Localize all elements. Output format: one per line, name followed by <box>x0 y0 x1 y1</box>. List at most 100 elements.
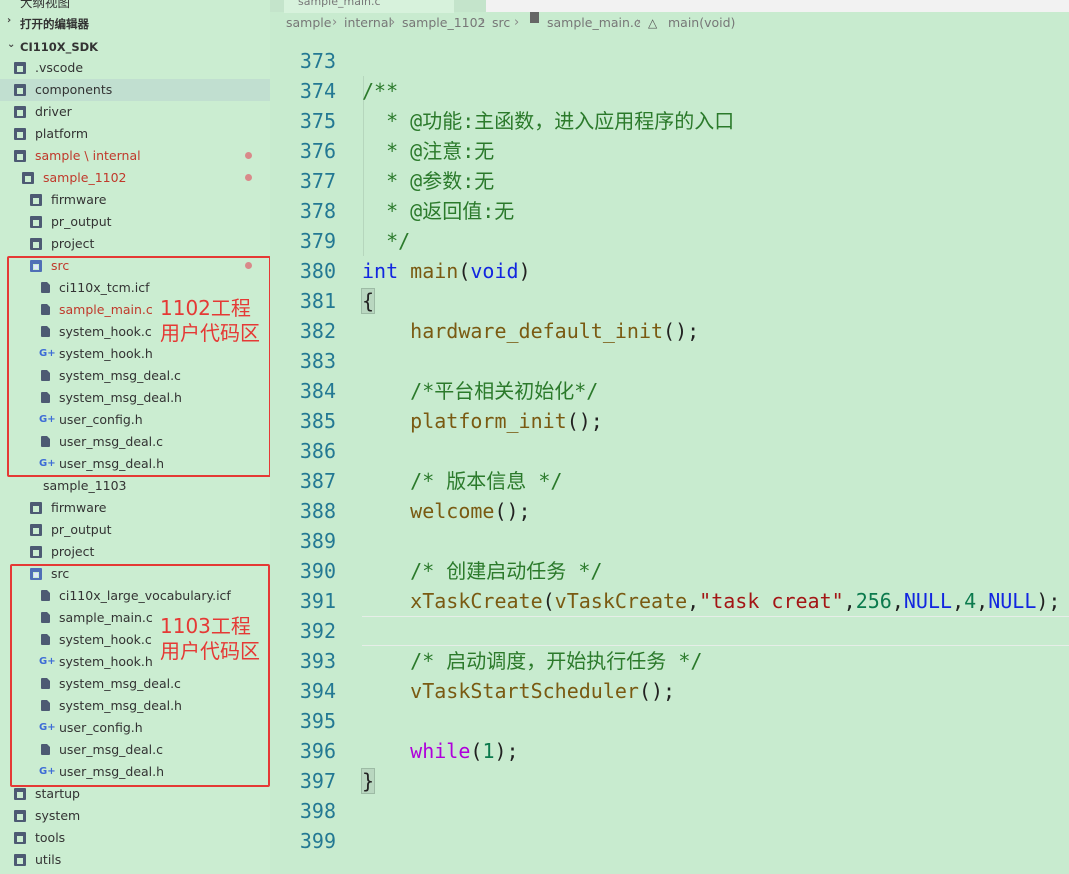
folder-icon <box>30 216 42 228</box>
folder-icon <box>14 106 26 118</box>
explorer-sidebar: › 大纲视图 › 打开的编辑器 ⌄ CI110X_SDK .vscode comp… <box>0 0 270 874</box>
tree-item-label-text: firmware <box>51 500 107 515</box>
tree-item-driver[interactable]: driver <box>0 101 270 123</box>
code-token: ( <box>542 589 555 613</box>
tree-item-sample-1102[interactable]: sample_1102 <box>0 167 270 189</box>
tree-item-label: sample \ internal <box>35 145 141 167</box>
code-line: */ <box>362 226 410 256</box>
tree-item-firmware[interactable]: firmware <box>0 497 270 519</box>
line-number: 390 <box>299 559 336 583</box>
tree-item-label: firmware <box>51 497 106 519</box>
code-line: /* 版本信息 */ <box>362 466 562 496</box>
code-token: (); <box>494 499 531 523</box>
annotation-note-1102-line2: 用户代码区 <box>160 321 260 345</box>
workspace-root-header[interactable]: ⌄ CI110X_SDK <box>0 36 270 58</box>
line-number: 395 <box>299 709 336 733</box>
breadcrumb-item-sample-1102[interactable]: sample_1102 <box>402 12 486 34</box>
outline-section-header[interactable]: › 大纲视图 <box>0 0 270 10</box>
tree-item-label-text: pr_output <box>51 214 112 229</box>
chevron-right-icon: › <box>480 15 486 30</box>
breadcrumb-item-file[interactable]: sample_main.c <box>547 12 641 34</box>
function-symbol-icon: △ <box>648 16 658 30</box>
tree-item-label-text: firmware <box>51 192 107 207</box>
code-line: * @注意:无 <box>362 136 494 166</box>
tree-item-project[interactable]: project <box>0 541 270 563</box>
tree-item-components[interactable]: components <box>0 79 270 101</box>
code-token: /** <box>362 79 399 103</box>
chevron-right-icon: › <box>7 0 11 2</box>
breadcrumb-item-sample[interactable]: sample <box>286 12 331 34</box>
tree-item-utils[interactable]: utils <box>0 849 270 871</box>
code-token: hardware_default_init <box>410 319 664 343</box>
line-number: 375 <box>299 109 336 133</box>
modified-dot-icon <box>245 152 252 159</box>
code-token: 256 <box>855 589 892 613</box>
tree-item-platform[interactable]: platform <box>0 123 270 145</box>
breadcrumb-item-symbol[interactable]: main(void) <box>668 12 735 34</box>
code-token: NULL <box>903 589 953 613</box>
chevron-right-icon: › <box>390 15 396 30</box>
annotation-note-1103-line1: 1103工程 <box>160 614 251 638</box>
line-number: 373 <box>299 49 336 73</box>
tree-item-label: project <box>51 541 94 563</box>
tree-item-label: sample_1102 <box>43 167 127 189</box>
line-number: 386 <box>299 439 336 463</box>
line-number: 397 <box>299 769 336 793</box>
tree-item-pr-output[interactable]: pr_output <box>0 211 270 233</box>
code-token: /* 创建启动任务 */ <box>410 559 603 583</box>
code-token: vTaskStartScheduler <box>410 679 639 703</box>
open-editors-section-header[interactable]: › 打开的编辑器 <box>0 12 270 34</box>
tree-item-firmware[interactable]: firmware <box>0 189 270 211</box>
code-token: void <box>470 259 519 283</box>
folder-icon <box>30 502 42 514</box>
editor-tab-label: sample_main.c <box>298 0 381 8</box>
line-number: 385 <box>299 409 336 433</box>
editor-tab-strip: sample_main.c <box>270 0 1069 13</box>
tree-item-vscode[interactable]: .vscode <box>0 57 270 79</box>
tab-strip-empty-area <box>486 0 1069 12</box>
modified-dot-icon <box>245 174 252 181</box>
tree-item-sample[interactable]: sample \ internal <box>0 145 270 167</box>
tree-item-pr-output[interactable]: pr_output <box>0 519 270 541</box>
code-token: , <box>843 589 856 613</box>
tree-item-label: pr_output <box>51 519 112 541</box>
chevron-down-icon: ⌄ <box>7 39 16 50</box>
code-line: xTaskCreate(vTaskCreate,"task creat",256… <box>362 586 1060 616</box>
line-number: 379 <box>299 229 336 253</box>
line-number: 378 <box>299 199 336 223</box>
code-token: * @功能:主函数，进入应用程序的入口 <box>362 109 735 133</box>
tree-item-project[interactable]: project <box>0 233 270 255</box>
tree-item-label-text: components <box>35 82 113 97</box>
tree-item-sample-1103[interactable]: sample_1103 <box>0 475 270 497</box>
code-token: "task creat" <box>699 589 844 613</box>
folder-icon <box>14 150 26 162</box>
code-token: /* 版本信息 */ <box>410 469 563 493</box>
tree-item-label-text-2: internal <box>92 148 141 163</box>
folder-icon <box>14 854 26 866</box>
folder-icon <box>14 810 26 822</box>
code-line: { <box>360 286 376 316</box>
tree-item-label-text: project <box>51 236 95 251</box>
code-token: * @参数:无 <box>362 169 495 193</box>
line-number: 382 <box>299 319 336 343</box>
line-number: 393 <box>299 649 336 673</box>
tree-item-tools[interactable]: tools <box>0 827 270 849</box>
folder-icon <box>30 524 42 536</box>
path-separator: \ <box>80 148 93 163</box>
annotation-note-1102-line1: 1102工程 <box>160 296 251 320</box>
code-line: /** <box>362 76 398 106</box>
breadcrumb-item-src[interactable]: src <box>492 12 510 34</box>
tree-item-system[interactable]: system <box>0 805 270 827</box>
tree-item-label: sample_1103 <box>43 475 127 497</box>
code-token: * @注意:无 <box>362 139 495 163</box>
annotation-note-1102: 1102工程 用户代码区 <box>160 296 260 346</box>
breadcrumb-item-internal[interactable]: internal <box>344 12 392 34</box>
code-token: ); <box>1036 589 1061 613</box>
chevron-right-icon: › <box>636 15 642 30</box>
code-token: , <box>891 589 904 613</box>
code-token: ( <box>458 259 471 283</box>
